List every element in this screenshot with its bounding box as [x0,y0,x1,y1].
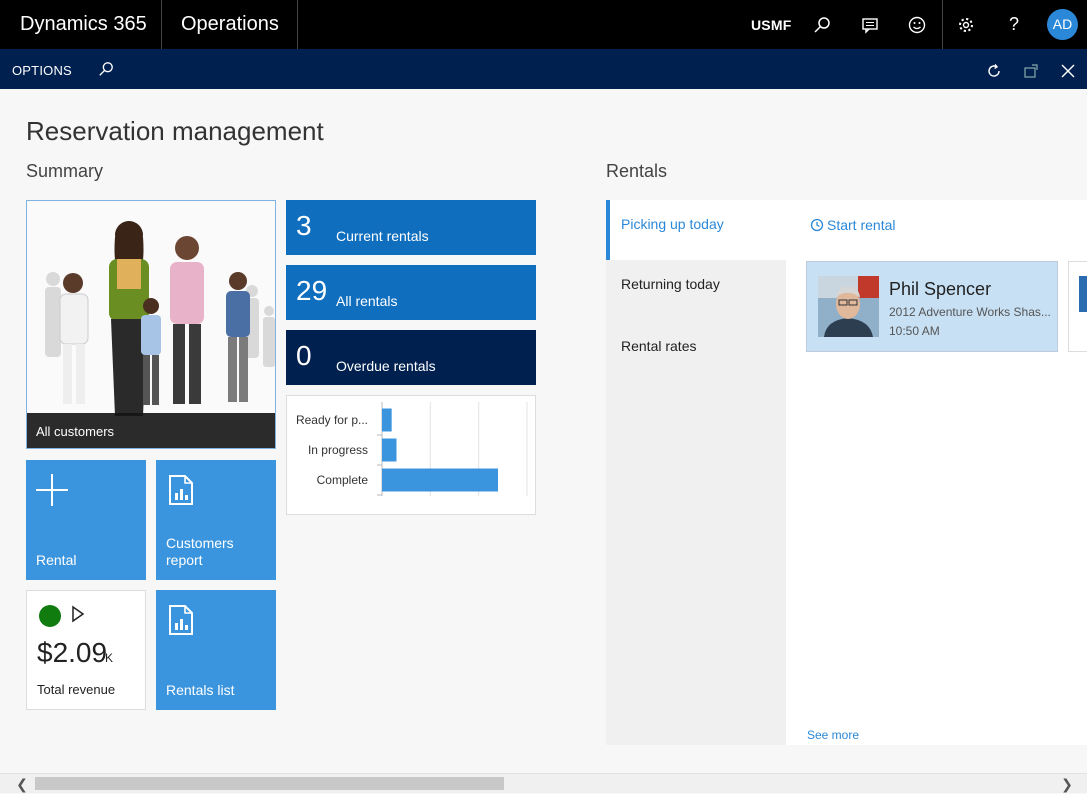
rental-status-chart[interactable]: Ready for p... In progress Complete [286,395,536,515]
all-customers-label: All customers [27,413,275,448]
scrollbar-thumb[interactable] [35,777,504,790]
help-icon[interactable]: ? [994,0,1034,49]
chart-category-label: In progress [308,443,368,457]
current-rentals-label: Current rentals [336,228,429,244]
customer-name: Phil Spencer [889,279,992,299]
all-rentals-tile[interactable]: 29 All rentals [286,265,536,320]
new-rental-tile[interactable]: Rental [26,460,146,580]
user-avatar[interactable]: AD [1047,9,1078,40]
start-rental-label: Start rental [827,217,896,233]
options-bar: OPTIONS [0,49,1087,89]
smiley-icon[interactable] [897,0,937,49]
all-rentals-count: 29 [296,275,328,306]
card-photo-partial [1079,276,1087,312]
rentals-list-tile[interactable]: Rentals list [156,590,276,710]
settings-gear-icon[interactable] [946,0,986,49]
total-revenue-value: $2.09 [37,637,108,668]
module-name[interactable]: Operations [162,0,298,49]
report-icon [168,604,194,641]
tab-returning-today[interactable]: Returning today [606,260,786,320]
page-title: Reservation management [26,116,324,146]
rentals-nav: Picking up today Returning today Rental … [606,200,786,745]
clock-icon [810,218,824,235]
scroll-right-arrow-icon[interactable]: ❯ [1057,774,1077,794]
scroll-left-arrow-icon[interactable]: ❮ [12,774,32,794]
overdue-rentals-label: Overdue rentals [336,358,436,374]
overdue-rentals-tile[interactable]: 0 Overdue rentals [286,330,536,385]
toolbar-divider [942,0,943,49]
search-icon[interactable] [86,49,126,89]
total-revenue-label: Total revenue [37,682,116,697]
options-menu[interactable]: OPTIONS [12,49,72,93]
horizontal-scrollbar[interactable]: ❮ ❯ [0,773,1087,793]
search-icon[interactable] [802,0,842,49]
total-revenue-unit: K [105,651,114,665]
current-rentals-count: 3 [296,210,312,241]
chart-bar[interactable] [382,468,498,492]
product-name[interactable]: Dynamics 365 [0,0,162,49]
customers-report-label: Customers report [166,535,234,568]
rentals-list-label: Rentals list [166,682,235,698]
chart-bar[interactable] [382,438,397,462]
refresh-icon[interactable] [974,49,1014,93]
vehicle-description: 2012 Adventure Works Shas... [889,305,1051,319]
current-rentals-tile[interactable]: 3 Current rentals [286,200,536,255]
plus-icon [34,472,70,513]
start-rental-button[interactable]: Start rental [810,217,895,235]
pickup-time: 10:50 AM [889,324,940,338]
rentals-heading: Rentals [606,161,668,181]
chart-bar[interactable] [382,408,392,432]
open-in-new-window-icon[interactable] [1011,49,1051,93]
tab-picking-up-today[interactable]: Picking up today [606,200,786,260]
tab-rental-rates[interactable]: Rental rates [606,320,786,380]
rental-status-chart-svg: Ready for p... In progress Complete [296,402,528,496]
overdue-rentals-count: 0 [296,340,312,371]
see-more-link[interactable]: See more [807,728,859,742]
summary-heading: Summary [26,161,104,181]
all-rentals-label: All rentals [336,293,398,309]
chart-category-label: Complete [317,473,369,487]
customers-report-tile[interactable]: Customers report [156,460,276,580]
rentals-panel: Picking up today Returning today Rental … [606,200,1087,745]
new-rental-label: Rental [36,552,77,568]
report-icon [168,474,194,511]
company-picker[interactable]: USMF [751,0,791,51]
customer-photo [818,276,879,337]
close-icon[interactable] [1048,49,1087,93]
customers-group-image [27,201,275,416]
total-revenue-kpi-tile[interactable]: $2.09 K Total revenue [26,590,146,710]
play-icon[interactable] [71,605,85,628]
status-indicator-icon [39,605,61,627]
message-icon[interactable] [850,0,890,49]
rental-card-next[interactable] [1068,261,1087,352]
rental-card[interactable]: Phil Spencer 2012 Adventure Works Shas..… [806,261,1058,352]
top-navigation-bar: Dynamics 365 Operations USMF ? AD [0,0,1087,49]
chart-category-label: Ready for p... [296,413,368,427]
all-customers-tile[interactable]: All customers [26,200,276,449]
